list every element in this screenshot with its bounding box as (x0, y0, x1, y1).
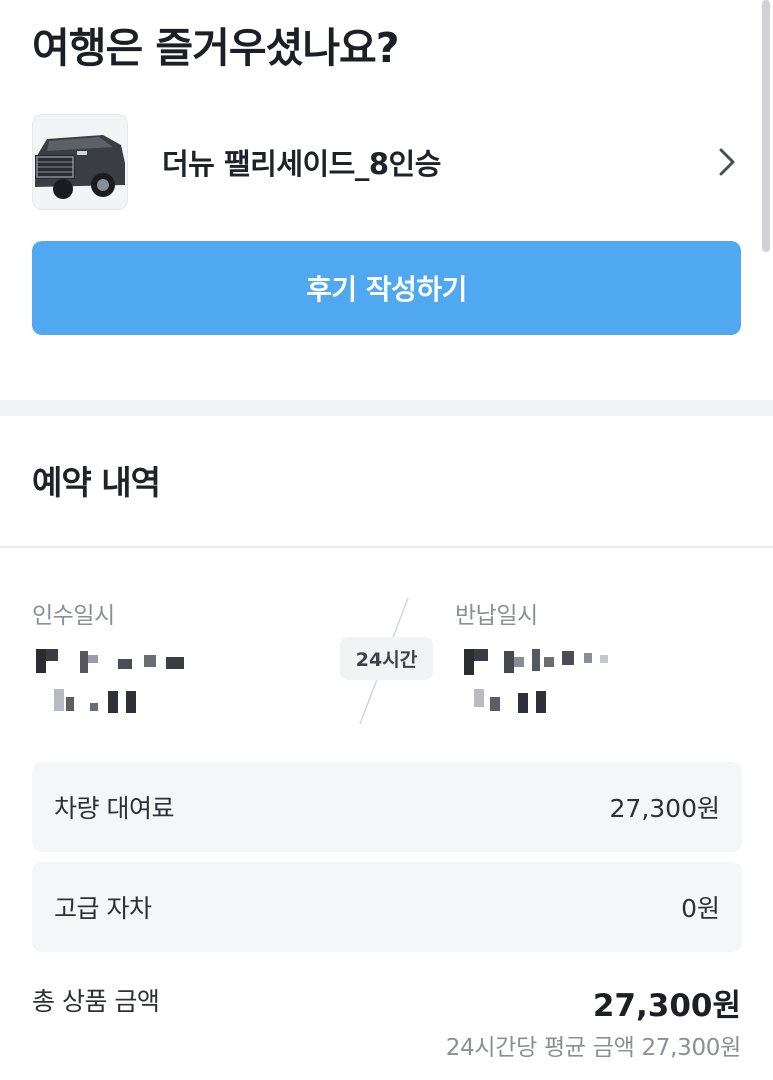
average-price-note: 24시간당 평균 금액 27,300원 (445, 1035, 742, 1061)
total-label: 총 상품 금액 (32, 987, 160, 1016)
divider-line (0, 546, 773, 548)
page-title: 여행은 즐거우셨나요? (32, 24, 400, 72)
coverage-label: 고급 자차 (54, 894, 152, 923)
duration-badge: 24시간 (340, 637, 433, 680)
coverage-value: 0원 (681, 894, 720, 923)
section-divider (0, 400, 773, 416)
write-review-button[interactable]: 후기 작성하기 (32, 241, 741, 335)
scrollbar[interactable] (762, 0, 770, 252)
car-photo-icon (33, 115, 127, 209)
chevron-right-icon[interactable] (712, 142, 742, 182)
return-label: 반납일시 (455, 603, 538, 629)
pickup-label: 인수일시 (32, 603, 115, 629)
car-thumbnail (32, 114, 128, 210)
rental-fee-value: 27,300원 (609, 794, 720, 823)
car-item[interactable]: 더뉴 팰리세이드_8인승 (32, 114, 742, 210)
section-title: 예약 내역 (32, 463, 161, 502)
return-datetime-redacted (460, 645, 630, 717)
rental-fee-label: 차량 대여료 (54, 794, 174, 823)
rental-fee-row: 차량 대여료 27,300원 (32, 762, 742, 852)
coverage-row: 고급 자차 0원 (32, 862, 742, 952)
total-value: 27,300원 (592, 988, 741, 1024)
car-name[interactable]: 더뉴 팰리세이드_8인승 (162, 141, 712, 183)
pickup-datetime-redacted (32, 645, 202, 717)
